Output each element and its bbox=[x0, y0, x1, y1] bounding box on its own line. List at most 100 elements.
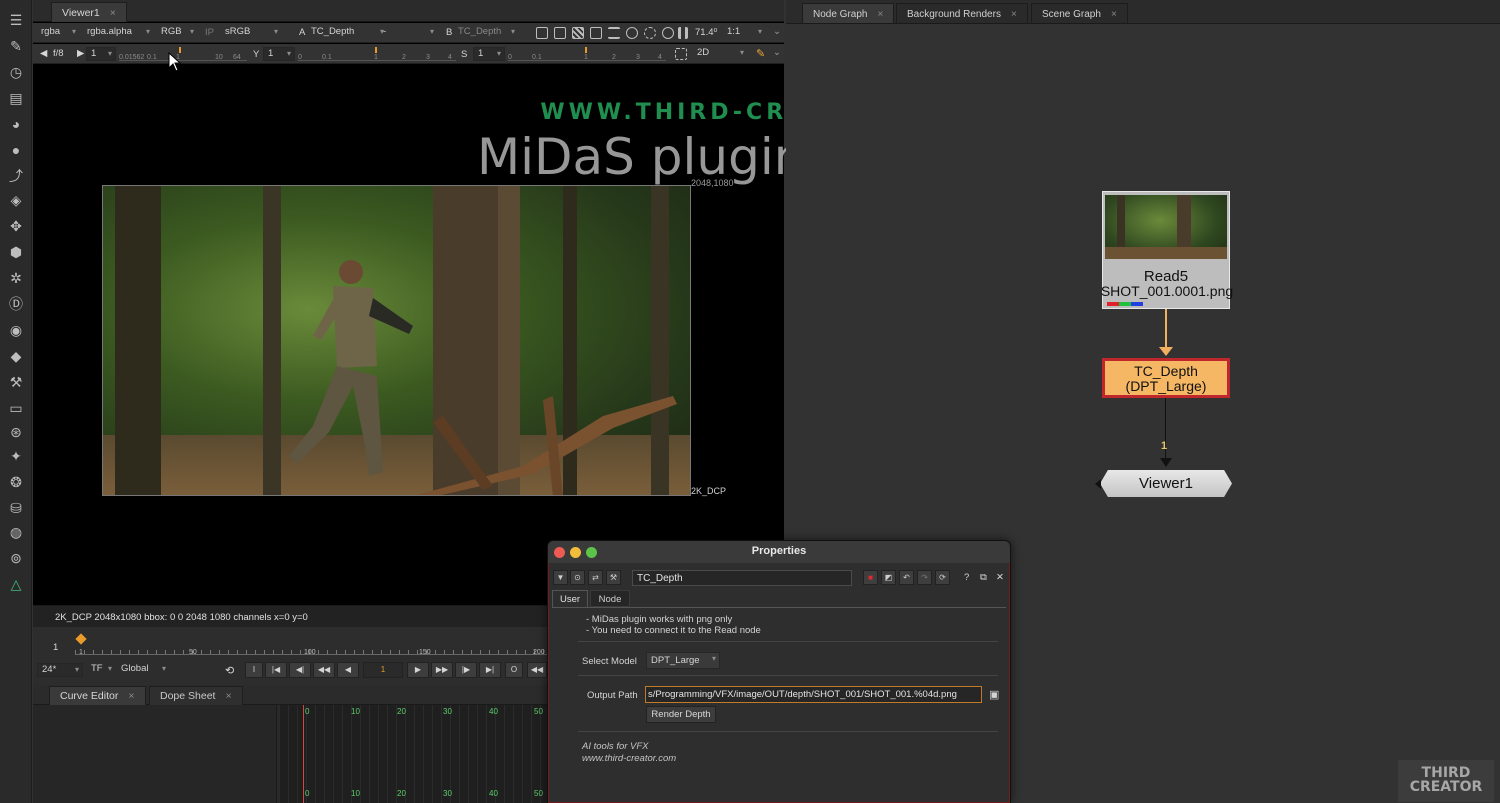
lut-dropdown[interactable]: sRGB bbox=[221, 26, 281, 40]
next-frame-button[interactable]: ▶▶ bbox=[431, 662, 453, 678]
tab-background-renders[interactable]: Background Renders × bbox=[896, 3, 1028, 23]
frame-icon[interactable] bbox=[554, 27, 566, 39]
center-node-icon[interactable]: ⊙ bbox=[570, 570, 585, 585]
tab-node[interactable]: Node bbox=[590, 590, 630, 607]
clock-icon[interactable]: ◷ bbox=[6, 62, 26, 82]
prev-fstop-icon[interactable]: ◀ bbox=[40, 48, 47, 59]
input-icon[interactable]: ⇄ bbox=[588, 570, 603, 585]
undo-icon[interactable]: ↶ bbox=[899, 570, 914, 585]
ip-toggle[interactable]: IP bbox=[205, 27, 214, 38]
color-wheel-icon[interactable]: ◕ bbox=[6, 114, 26, 134]
skip-back-icon[interactable]: ◀◀ bbox=[527, 662, 547, 678]
prev-key-button[interactable]: ◀| bbox=[289, 662, 311, 678]
saturation-handle[interactable] bbox=[585, 47, 587, 53]
close-icon[interactable]: × bbox=[110, 7, 116, 19]
plugin-alt-icon[interactable]: ⊚ bbox=[6, 548, 26, 568]
output-path-input[interactable]: s/Programming/VFX/image/OUT/depth/SHOT_0… bbox=[645, 686, 982, 703]
saturation-input[interactable]: 1 bbox=[473, 47, 505, 61]
roi-icon[interactable] bbox=[536, 27, 548, 39]
gamma-slider[interactable]: 0 0.1 1 2 3 4 bbox=[298, 47, 456, 61]
play-back-button[interactable]: ◀ bbox=[337, 662, 359, 678]
node-name-input[interactable]: TC_Depth bbox=[632, 570, 852, 586]
out-point-button[interactable]: O bbox=[505, 662, 523, 678]
checker-icon[interactable] bbox=[572, 27, 584, 39]
ratio-dropdown[interactable]: 1:1 bbox=[723, 26, 765, 40]
tab-dope-sheet[interactable]: Dope Sheet × bbox=[149, 686, 243, 705]
lines-icon[interactable] bbox=[608, 27, 620, 39]
colorspace-dropdown[interactable]: RGB bbox=[157, 26, 197, 40]
prev-frame-button[interactable]: ◀◀ bbox=[313, 662, 335, 678]
help-icon[interactable]: ? bbox=[964, 572, 969, 583]
gear-icon[interactable] bbox=[644, 27, 656, 39]
paint-brush-icon[interactable]: ✎ bbox=[6, 36, 26, 56]
tc-depth-node[interactable]: TC_Depth (DPT_Large) bbox=[1102, 358, 1230, 398]
close-icon[interactable]: × bbox=[877, 9, 883, 20]
curve-list[interactable] bbox=[33, 705, 277, 803]
tab-curve-editor[interactable]: Curve Editor × bbox=[49, 686, 146, 705]
globe-icon[interactable]: ◍ bbox=[6, 522, 26, 542]
tab-node-graph[interactable]: Node Graph × bbox=[802, 3, 895, 23]
footer-url[interactable]: www.third-creator.com bbox=[582, 753, 676, 764]
close-icon[interactable]: × bbox=[128, 690, 134, 702]
overlay-icon[interactable] bbox=[590, 27, 602, 39]
saturation-slider[interactable]: 0 0.1 1 2 3 4 bbox=[508, 47, 666, 61]
triangle-icon[interactable]: △ bbox=[6, 574, 26, 594]
close-icon[interactable]: × bbox=[1111, 9, 1117, 20]
fps-dropdown[interactable]: 24* bbox=[37, 663, 83, 677]
tab-viewer1[interactable]: Viewer1 × bbox=[51, 2, 127, 22]
tab-user[interactable]: User bbox=[552, 590, 588, 607]
other-icon[interactable]: ▭ bbox=[6, 398, 26, 418]
maximize-window-button[interactable] bbox=[586, 547, 597, 558]
a-input-dropdown[interactable]: TC_Depth bbox=[307, 26, 387, 40]
tab-scene-graph[interactable]: Scene Graph × bbox=[1031, 3, 1128, 23]
view-mode-dropdown[interactable]: 2D bbox=[693, 47, 747, 61]
current-frame-field[interactable]: 1 bbox=[363, 662, 403, 678]
redo-icon[interactable]: ↷ bbox=[917, 570, 932, 585]
channel-icon[interactable]: ▤ bbox=[6, 88, 26, 108]
wrench-icon[interactable]: ⚒ bbox=[6, 372, 26, 392]
in-point-button[interactable]: I bbox=[245, 662, 263, 678]
keyer-icon[interactable]: ◆ bbox=[6, 346, 26, 366]
close-window-button[interactable] bbox=[554, 547, 565, 558]
alpha-dropdown[interactable]: rgba.alpha bbox=[83, 26, 153, 40]
next-fstop-icon[interactable]: ▶ bbox=[77, 48, 84, 59]
refresh-icon[interactable] bbox=[626, 27, 638, 39]
scope-dropdown[interactable]: Global bbox=[117, 663, 169, 677]
particles-icon[interactable]: ✲ bbox=[6, 268, 26, 288]
close-icon[interactable]: ✕ bbox=[996, 572, 1004, 583]
close-icon[interactable]: × bbox=[225, 690, 231, 702]
more-chevron-icon[interactable]: ⌄ bbox=[773, 26, 781, 37]
float-icon[interactable]: ⧉ bbox=[980, 572, 987, 583]
deep-icon[interactable]: Ⓓ bbox=[6, 294, 26, 314]
zoom-value[interactable]: 71.4⁰ bbox=[695, 27, 717, 38]
plugin-icon[interactable]: ✦ bbox=[6, 446, 26, 466]
curve-icon[interactable]: ⤴ bbox=[6, 166, 26, 186]
gear-flower-icon[interactable]: ❂ bbox=[6, 472, 26, 492]
gain-slider[interactable]: 0.01562 0.1 1 10 64 bbox=[119, 47, 247, 61]
revert-icon[interactable]: ⟳ bbox=[935, 570, 950, 585]
close-icon[interactable]: × bbox=[1011, 9, 1017, 20]
viewer-node[interactable]: Viewer1 bbox=[1100, 470, 1232, 497]
next-key-button[interactable]: |▶ bbox=[455, 662, 477, 678]
tf-dropdown[interactable]: TF bbox=[87, 663, 115, 677]
merge-icon[interactable]: ⊛ bbox=[6, 422, 26, 442]
menu-icon[interactable]: ☰ bbox=[6, 10, 26, 30]
font-color-icon[interactable]: ◩ bbox=[881, 570, 896, 585]
color-picker-icon[interactable]: ✎ bbox=[756, 47, 765, 60]
wrench-icon[interactable]: ⚒ bbox=[606, 570, 621, 585]
transform-icon[interactable]: ✥ bbox=[6, 216, 26, 236]
timeline-ruler[interactable]: 1 50 100 150 200 bbox=[75, 633, 548, 656]
more-chevron-icon[interactable]: ⌄ bbox=[773, 47, 781, 58]
last-frame-button[interactable]: ▶| bbox=[479, 662, 501, 678]
jar-icon[interactable]: ⛁ bbox=[6, 498, 26, 518]
channels-dropdown[interactable]: rgba bbox=[37, 26, 79, 40]
gamma-input[interactable]: 1 bbox=[263, 47, 295, 61]
dope-sheet-grid[interactable]: 0 10 20 30 40 50 0 10 20 30 40 50 bbox=[279, 705, 548, 803]
gamma-handle[interactable] bbox=[375, 47, 377, 53]
node-color-icon[interactable]: ■ bbox=[863, 570, 878, 585]
circle-icon[interactable]: ● bbox=[6, 140, 26, 160]
select-model-dropdown[interactable]: DPT_Large bbox=[646, 652, 720, 669]
read-node[interactable]: Read5 SHOT_001.0001.png bbox=[1101, 191, 1233, 309]
wipe-dropdown[interactable]: - bbox=[379, 26, 437, 40]
play-button[interactable]: ▶ bbox=[407, 662, 429, 678]
